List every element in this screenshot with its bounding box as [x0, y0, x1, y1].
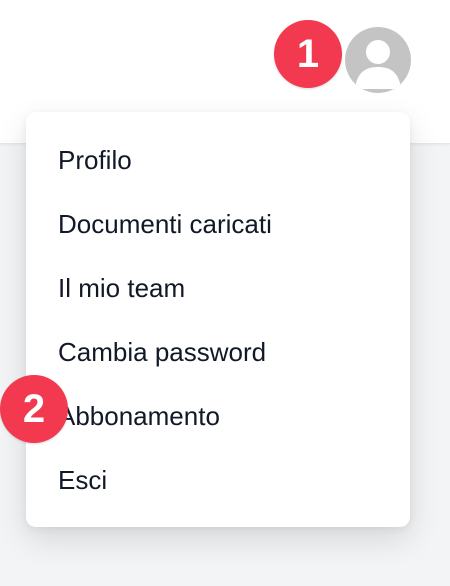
menu-item-esci[interactable]: Esci: [26, 448, 410, 512]
menu-item-cambia-password[interactable]: Cambia password: [26, 320, 410, 384]
user-avatar-svg: [355, 40, 401, 89]
step-badge-1: 1: [274, 20, 342, 88]
menu-item-abbonamento[interactable]: Abbonamento: [26, 384, 410, 448]
user-avatar-icon[interactable]: [345, 27, 411, 93]
menu-item-documenti-caricati[interactable]: Documenti caricati: [26, 192, 410, 256]
menu-item-il-mio-team[interactable]: Il mio team: [26, 256, 410, 320]
step-badge-2: 2: [0, 375, 68, 443]
user-dropdown-menu: Profilo Documenti caricati Il mio team C…: [26, 112, 410, 527]
menu-item-profilo[interactable]: Profilo: [26, 128, 410, 192]
